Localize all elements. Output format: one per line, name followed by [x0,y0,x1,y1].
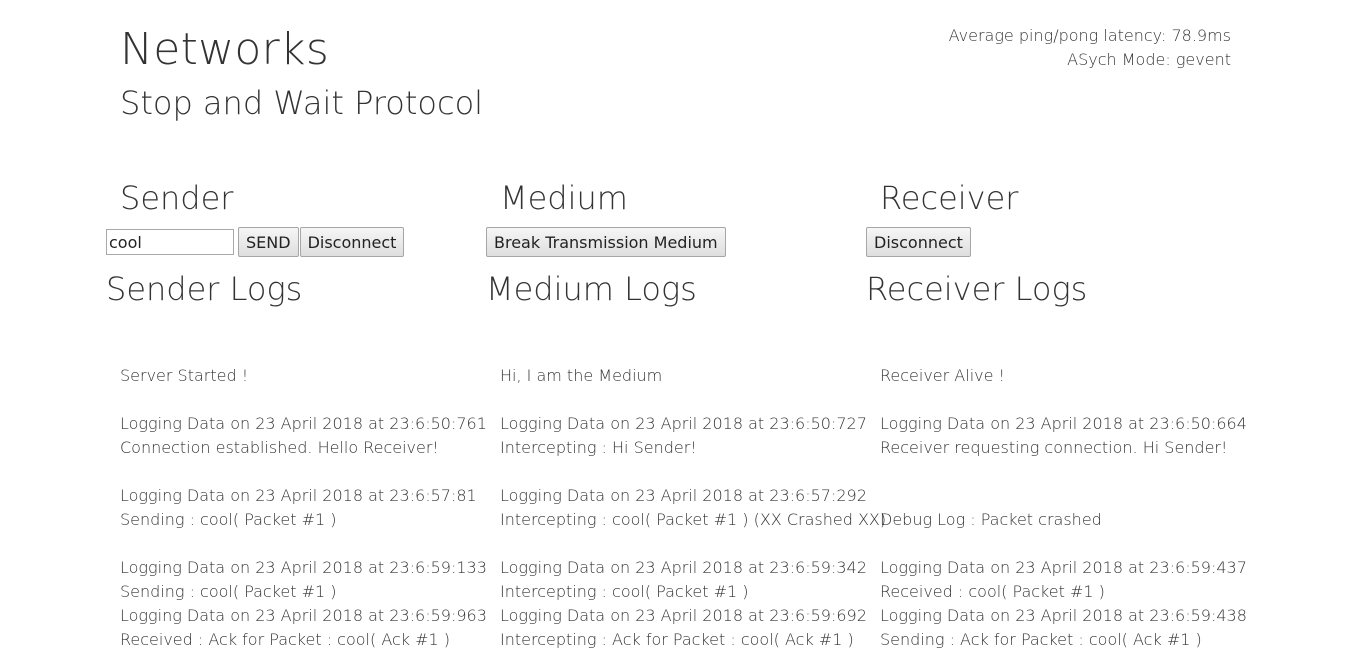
log-entry: Logging Data on 23 April 2018 at 23:6:59… [120,556,490,652]
log-entry: Logging Data on 23 April 2018 at 23:6:50… [880,412,1250,460]
log-line: Intercepting : cool( Packet #1 ) [500,582,749,601]
medium-log-list: Hi, I am the Medium Logging Data on 23 A… [486,364,887,652]
log-line: Receiver Alive ! [880,366,1005,385]
sender-column: Sender SEND Disconnect Sender Logs Serve… [106,178,487,663]
log-line: Logging Data on 23 April 2018 at 23:6:57… [120,486,477,505]
sender-disconnect-button[interactable]: Disconnect [299,227,405,257]
receiver-logs-heading: Receiver Logs [866,270,1088,308]
log-line: Received : cool( Packet #1 ) [880,582,1105,601]
log-line [880,484,1250,508]
log-line: Logging Data on 23 April 2018 at 23:6:57… [500,486,867,505]
log-line: Debug Log : Packet crashed [880,510,1102,529]
log-line: Receiver requesting connection. Hi Sende… [880,438,1228,457]
log-entry: Receiver Alive ! [880,364,1250,388]
async-mode-text: ASych Mode: gevent [1067,50,1231,69]
log-entry: Logging Data on 23 April 2018 at 23:6:50… [120,412,490,460]
log-line: Logging Data on 23 April 2018 at 23:6:59… [120,558,487,577]
message-input[interactable] [106,229,234,255]
log-line: Intercepting : Ack for Packet : cool( Ac… [500,630,854,649]
medium-heading: Medium [500,179,628,217]
log-line: Intercepting : Hi Sender! [500,438,697,457]
receiver-log-list: Receiver Alive ! Logging Data on 23 Apri… [866,364,1250,652]
latency-text: Average ping/pong latency: 78.9ms [948,26,1231,45]
sender-log-list: Server Started ! Logging Data on 23 Apri… [106,364,490,652]
log-line: Logging Data on 23 April 2018 at 23:6:50… [500,414,867,433]
sender-logs-heading: Sender Logs [106,270,303,308]
page: Networks Stop and Wait Protocol Average … [0,0,1351,663]
log-line: Intercepting : cool( Packet #1 ) (XX Cra… [500,510,887,529]
send-button[interactable]: SEND [238,227,299,257]
log-line: Logging Data on 23 April 2018 at 23:6:59… [500,606,867,625]
sender-heading: Sender [120,179,234,217]
log-entry: Logging Data on 23 April 2018 at 23:6:57… [500,484,887,532]
log-line: Sending : cool( Packet #1 ) [120,510,337,529]
receiver-heading: Receiver [880,179,1019,217]
log-line: Logging Data on 23 April 2018 at 23:6:50… [120,414,487,433]
receiver-column: Receiver Disconnect Receiver Logs Receiv… [866,178,1247,663]
log-line: Connection established. Hello Receiver! [120,438,439,457]
sender-controls: SEND Disconnect [106,226,486,258]
log-entry: Logging Data on 23 April 2018 at 23:6:50… [500,412,870,460]
log-line: Server Started ! [120,366,249,385]
status-panel: Average ping/pong latency: 78.9ms ASych … [949,24,1231,72]
page-title: Networks [120,24,330,75]
log-line: Sending : cool( Packet #1 ) [120,582,337,601]
log-line: Logging Data on 23 April 2018 at 23:6:59… [500,558,867,577]
log-line: Hi, I am the Medium [500,366,663,385]
break-medium-button[interactable]: Break Transmission Medium [486,227,726,257]
log-entry: Hi, I am the Medium [500,364,870,388]
log-line: Logging Data on 23 April 2018 at 23:6:59… [120,606,487,625]
log-entry: Logging Data on 23 April 2018 at 23:6:59… [880,556,1250,652]
medium-column: Medium Break Transmission Medium Medium … [486,178,886,663]
medium-logs-heading: Medium Logs [486,270,697,308]
log-line: Logging Data on 23 April 2018 at 23:6:50… [880,414,1247,433]
log-line: Sending : Ack for Packet : cool( Ack #1 … [880,630,1202,649]
log-entry: Logging Data on 23 April 2018 at 23:6:59… [500,556,870,652]
log-entry: Logging Data on 23 April 2018 at 23:6:57… [120,484,490,532]
log-entry: Debug Log : Packet crashed [880,484,1250,532]
medium-controls: Break Transmission Medium [486,226,866,258]
page-subtitle: Stop and Wait Protocol [120,84,484,122]
log-line: Received : Ack for Packet : cool( Ack #1… [120,630,451,649]
log-line: Logging Data on 23 April 2018 at 23:6:59… [880,606,1247,625]
log-line: Logging Data on 23 April 2018 at 23:6:59… [880,558,1247,577]
receiver-controls: Disconnect [866,226,1246,258]
receiver-disconnect-button[interactable]: Disconnect [866,227,971,257]
log-entry: Server Started ! [120,364,490,388]
